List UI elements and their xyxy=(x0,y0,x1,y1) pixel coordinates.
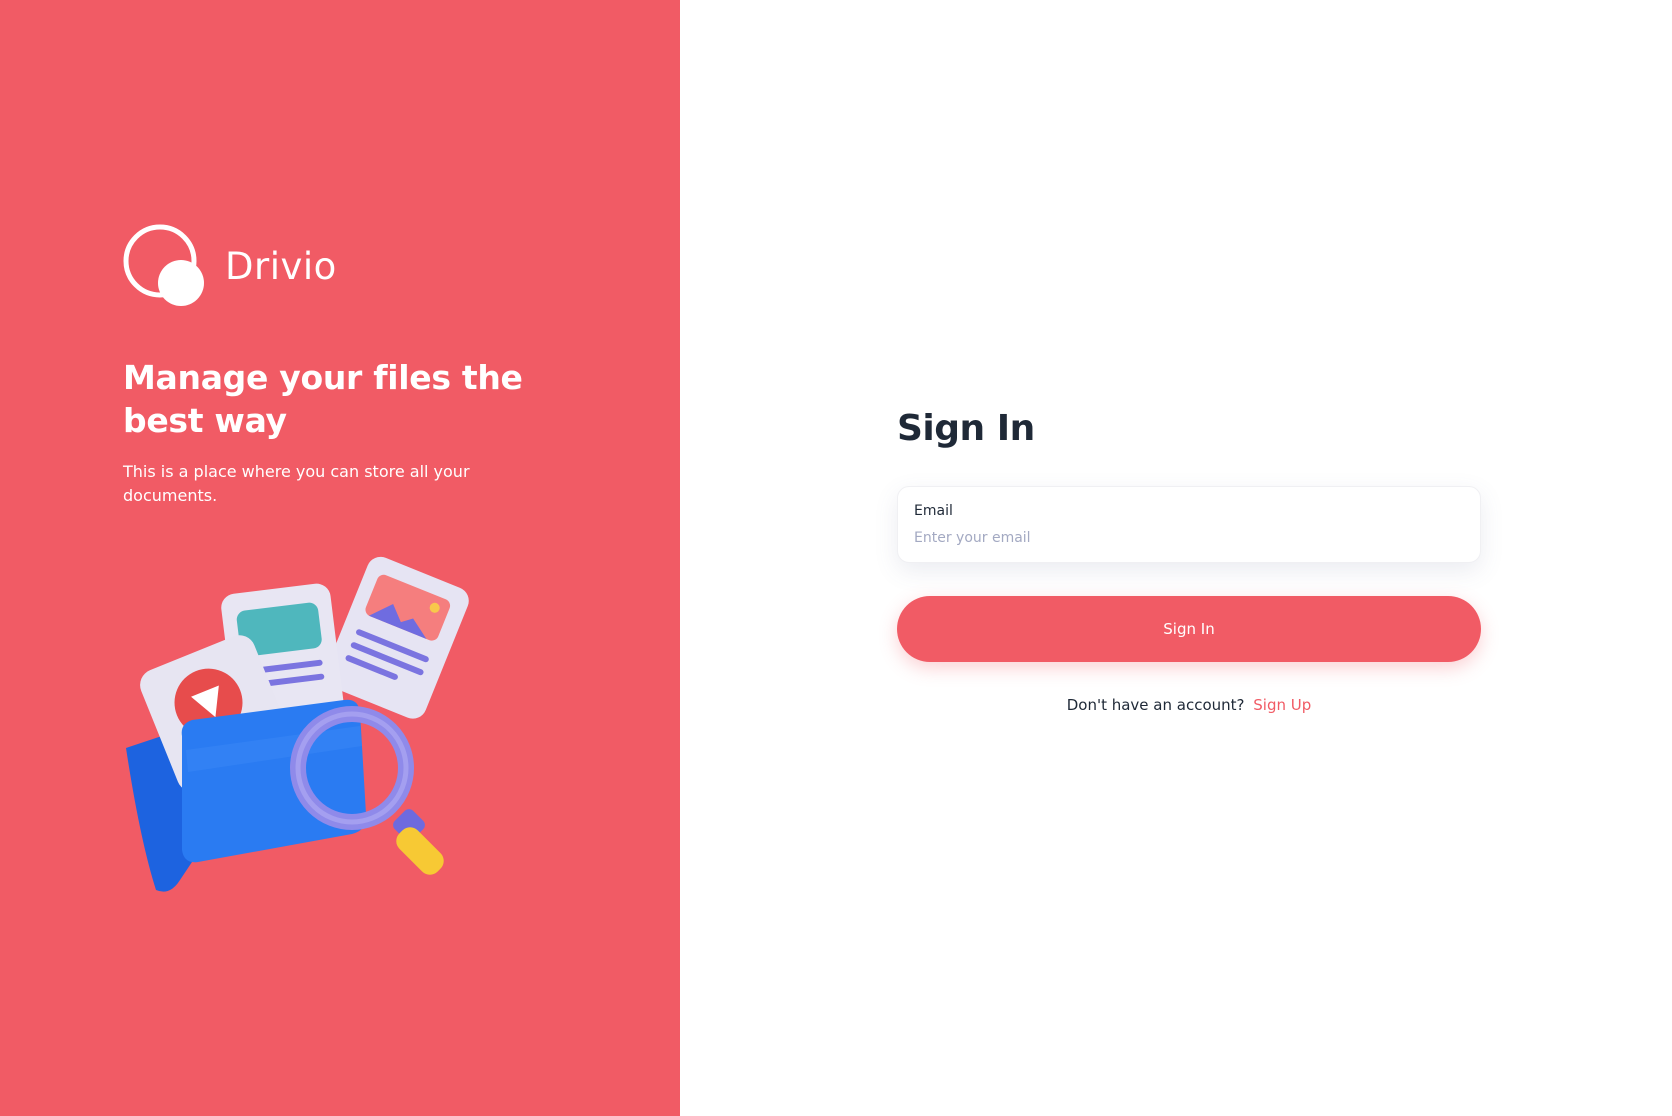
brand-panel: Drivio Manage your files the best way Th… xyxy=(0,0,680,1116)
folder-files-magnifier-illustration xyxy=(126,556,469,892)
hero-subline: This is a place where you can store all … xyxy=(123,462,470,505)
sign-in-button[interactable]: Sign In xyxy=(897,596,1481,662)
sign-in-page: Drivio Manage your files the best way Th… xyxy=(0,0,1672,1116)
sign-up-link[interactable]: Sign Up xyxy=(1253,696,1311,714)
brand-name: Drivio xyxy=(225,244,337,288)
signup-prompt: Don't have an account? Sign Up xyxy=(897,696,1481,714)
email-field[interactable] xyxy=(914,528,1464,548)
page-title: Sign In xyxy=(897,408,1035,449)
sign-in-panel: Sign In Email Sign In Don't have an acco… xyxy=(680,0,1672,1116)
no-account-text: Don't have an account? xyxy=(1066,696,1245,714)
email-field-card: Email xyxy=(897,486,1481,563)
hero-headline: Manage your files the best way xyxy=(123,358,523,440)
drivio-logo-icon xyxy=(123,224,204,306)
email-label: Email xyxy=(914,503,953,519)
brand-header: Drivio xyxy=(123,224,337,308)
